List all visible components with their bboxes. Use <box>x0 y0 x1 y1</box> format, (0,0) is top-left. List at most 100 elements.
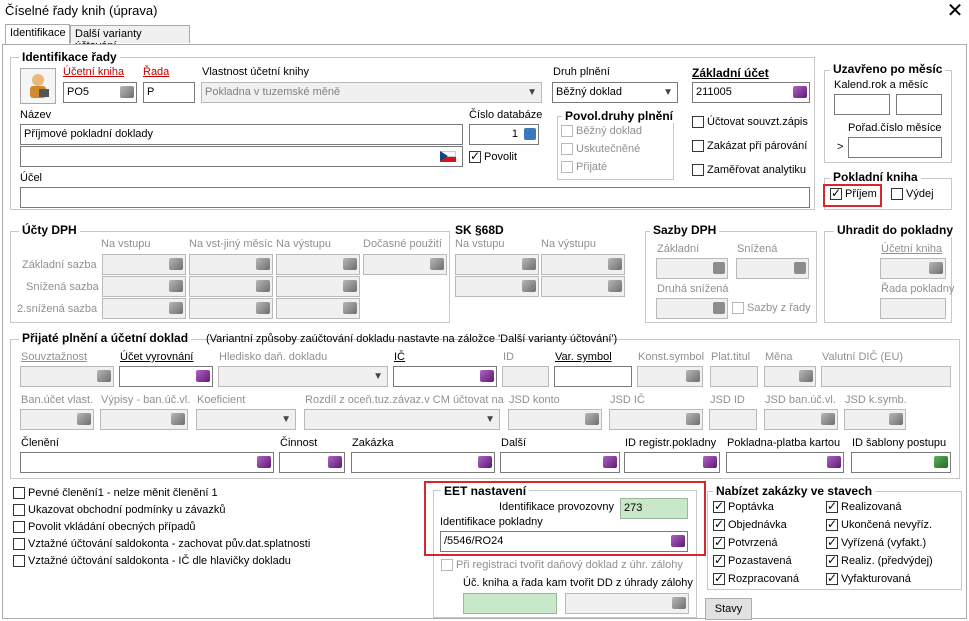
book-icon[interactable] <box>827 456 841 468</box>
eet-pokladna-field[interactable]: /5546/RO24 <box>440 531 688 552</box>
ucet-dph-field[interactable] <box>189 254 273 275</box>
checkbox[interactable] <box>441 559 453 572</box>
povol-item-bezny[interactable]: Běžný doklad <box>561 125 642 138</box>
eet-pri-registraci-checkbox[interactable]: Při registraci tvořit daňový doklad z úh… <box>441 559 683 572</box>
book-icon[interactable] <box>889 413 903 425</box>
book-icon[interactable] <box>169 280 183 292</box>
checkbox[interactable] <box>713 517 725 532</box>
cleneni-field[interactable] <box>20 452 274 473</box>
calculator-icon[interactable] <box>713 302 725 314</box>
book-icon[interactable] <box>608 280 622 292</box>
book-icon[interactable] <box>343 302 357 314</box>
book-icon[interactable] <box>793 86 807 98</box>
var-symbol-field[interactable] <box>554 366 632 387</box>
book-icon[interactable] <box>256 280 270 292</box>
vypisy-field[interactable] <box>100 409 188 430</box>
book-icon[interactable] <box>169 258 183 270</box>
book-icon[interactable] <box>77 413 91 425</box>
checkbox[interactable] <box>891 188 903 201</box>
book-icon[interactable] <box>585 413 599 425</box>
ucet-dph-field[interactable] <box>276 298 360 319</box>
prijem-checkbox[interactable]: Příjem <box>830 186 877 201</box>
jsd-id-field[interactable] <box>709 409 757 430</box>
stav-vyfakturovana[interactable]: Vyfakturovaná <box>826 571 911 586</box>
calculator-icon[interactable] <box>524 128 536 140</box>
checkbox[interactable] <box>692 140 704 153</box>
book-icon[interactable] <box>256 302 270 314</box>
opt-souvzt[interactable]: Účtovat souvzt.zápis <box>692 116 808 129</box>
stav-poptavka[interactable]: Poptávka <box>713 499 774 514</box>
cislo-databaze-field[interactable]: 1 <box>469 124 539 145</box>
book-icon[interactable] <box>256 258 270 270</box>
nazev-field[interactable]: Příjmové pokladní doklady <box>20 124 463 145</box>
book-icon[interactable] <box>171 413 185 425</box>
stav-pozastavena[interactable]: Pozastavená <box>713 553 792 568</box>
ucet-dph-field[interactable] <box>363 254 447 275</box>
jsd-konto-field[interactable] <box>508 409 602 430</box>
book-icon[interactable] <box>480 370 494 382</box>
checkbox[interactable] <box>692 116 704 129</box>
checkbox[interactable] <box>830 186 842 201</box>
eet-rada-field[interactable] <box>565 593 689 614</box>
czech-flag-icon[interactable] <box>440 151 456 162</box>
konst-symbol-field[interactable] <box>637 366 703 387</box>
book-icon[interactable] <box>821 413 835 425</box>
checkbox[interactable] <box>826 571 838 586</box>
sk68-field[interactable] <box>541 276 625 297</box>
souvztaznost-field[interactable] <box>20 366 114 387</box>
dalsi-field[interactable] <box>500 452 620 473</box>
book-icon[interactable] <box>257 456 271 468</box>
stav-realiz-predvydej[interactable]: Realiz. (předvýdej) <box>826 553 933 568</box>
povolit-check[interactable] <box>469 149 481 164</box>
book-icon[interactable] <box>430 258 444 270</box>
opt-zakazat[interactable]: Zakázat při párování <box>692 140 807 153</box>
sk68-field[interactable] <box>541 254 625 275</box>
book-icon[interactable] <box>686 370 700 382</box>
book-icon[interactable] <box>522 258 536 270</box>
ucet-dph-field[interactable] <box>189 298 273 319</box>
checkbox[interactable] <box>13 487 25 500</box>
book-icon[interactable] <box>603 456 617 468</box>
book-icon[interactable] <box>97 370 111 382</box>
book-icon[interactable] <box>686 413 700 425</box>
book-icon[interactable] <box>608 258 622 270</box>
ucet-vyrovnani-field[interactable] <box>119 366 213 387</box>
ban-ucet-field[interactable] <box>20 409 94 430</box>
book-icon[interactable] <box>328 456 342 468</box>
stav-rozpracovana[interactable]: Rozpracovaná <box>713 571 799 586</box>
rada-field[interactable]: P <box>143 82 195 103</box>
checkbox[interactable] <box>713 553 725 568</box>
jsd-ic-field[interactable] <box>609 409 703 430</box>
book-icon[interactable] <box>478 456 492 468</box>
ucel-field[interactable] <box>20 187 810 208</box>
sk68-field[interactable] <box>455 276 539 297</box>
book-icon[interactable] <box>522 280 536 292</box>
checkbox[interactable] <box>561 161 573 174</box>
tab-dalsi-varianty[interactable]: Další varianty účtování <box>70 25 190 52</box>
checkbox[interactable] <box>826 517 838 532</box>
cinnost-field[interactable] <box>279 452 345 473</box>
book-icon[interactable] <box>799 370 813 382</box>
tab-identifikace[interactable]: Identifikace <box>5 24 70 44</box>
calculator-icon[interactable] <box>794 262 806 274</box>
nazev-cz-field[interactable] <box>20 146 463 167</box>
close-icon[interactable]: ✕ <box>942 0 968 22</box>
checkbox[interactable] <box>692 164 704 177</box>
ucetni-kniha-field[interactable]: PO5 <box>63 82 137 103</box>
plat-titul-field[interactable] <box>710 366 758 387</box>
ic-field[interactable] <box>393 366 497 387</box>
ucet-dph-field[interactable] <box>276 254 360 275</box>
mena-field[interactable] <box>764 366 816 387</box>
sazba-druha-field[interactable] <box>656 298 728 319</box>
check-vztazne-splatnost[interactable]: Vztažné účtování saldokonta - zachovat p… <box>13 538 310 551</box>
stav-ukoncena[interactable]: Ukončená nevyříz. <box>826 517 932 532</box>
vlastnost-select[interactable]: Pokladna v tuzemské měně ▼ <box>201 82 542 103</box>
stav-realizovana[interactable]: Realizovaná <box>826 499 902 514</box>
povolit-checkbox[interactable]: Povolit <box>469 149 517 164</box>
opt-zamerovat[interactable]: Zaměřovat analytiku <box>692 164 806 177</box>
checkbox[interactable] <box>13 538 25 551</box>
kalend-mesic-field[interactable] <box>896 94 942 115</box>
stav-objednavka[interactable]: Objednávka <box>713 517 787 532</box>
check-pevne-cleneni[interactable]: Pevné členění1 - nelze měnit členění 1 <box>13 487 218 500</box>
check-vztazne-ic[interactable]: Vztažné účtování saldokonta - IČ dle hla… <box>13 555 291 568</box>
